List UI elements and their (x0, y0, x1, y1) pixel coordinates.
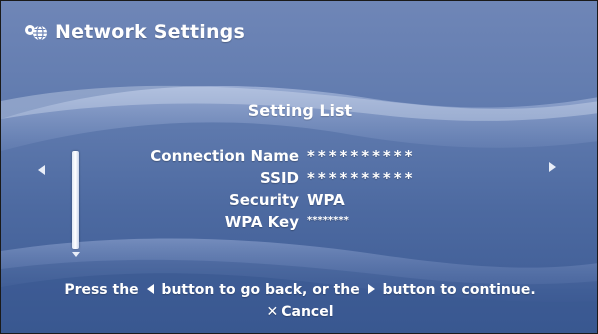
cross-button-icon: ✕ (266, 304, 279, 320)
scroll-down-icon (72, 252, 80, 257)
setting-label-connection-name: Connection Name (150, 147, 299, 165)
network-globe-icon (23, 21, 49, 43)
hint-text-part3: button to continue. (382, 282, 536, 298)
setting-value-security: WPA (307, 191, 345, 209)
page-title: Network Settings (55, 21, 245, 43)
left-button-icon (146, 284, 154, 294)
setting-label-ssid: SSID (260, 169, 299, 187)
cancel-button[interactable]: ✕ Cancel (1, 304, 597, 320)
setting-list-title: Setting List (247, 101, 353, 120)
hint-text-part1: Press the (64, 282, 139, 298)
setting-value-wpa-key: ******** (307, 215, 349, 226)
hint-text-part2: button to go back, or the (161, 282, 360, 298)
list-item: SSID ********** (1, 169, 597, 191)
setting-value-connection-name: ********** (307, 147, 416, 165)
list-item: WPA Key ******** (1, 213, 597, 235)
navigation-hint: Press the button to go back, or the butt… (1, 282, 597, 298)
cancel-label: Cancel (281, 304, 334, 320)
setting-value-ssid: ********** (307, 169, 416, 187)
list-item: Security WPA (1, 191, 597, 213)
screen: Network Settings Setting List Connection… (0, 0, 598, 334)
header: Network Settings (23, 19, 245, 45)
right-button-icon (367, 284, 375, 294)
list-item: Connection Name ********** (1, 147, 597, 169)
setting-label-wpa-key: WPA Key (224, 213, 299, 231)
setting-label-security: Security (228, 191, 299, 209)
